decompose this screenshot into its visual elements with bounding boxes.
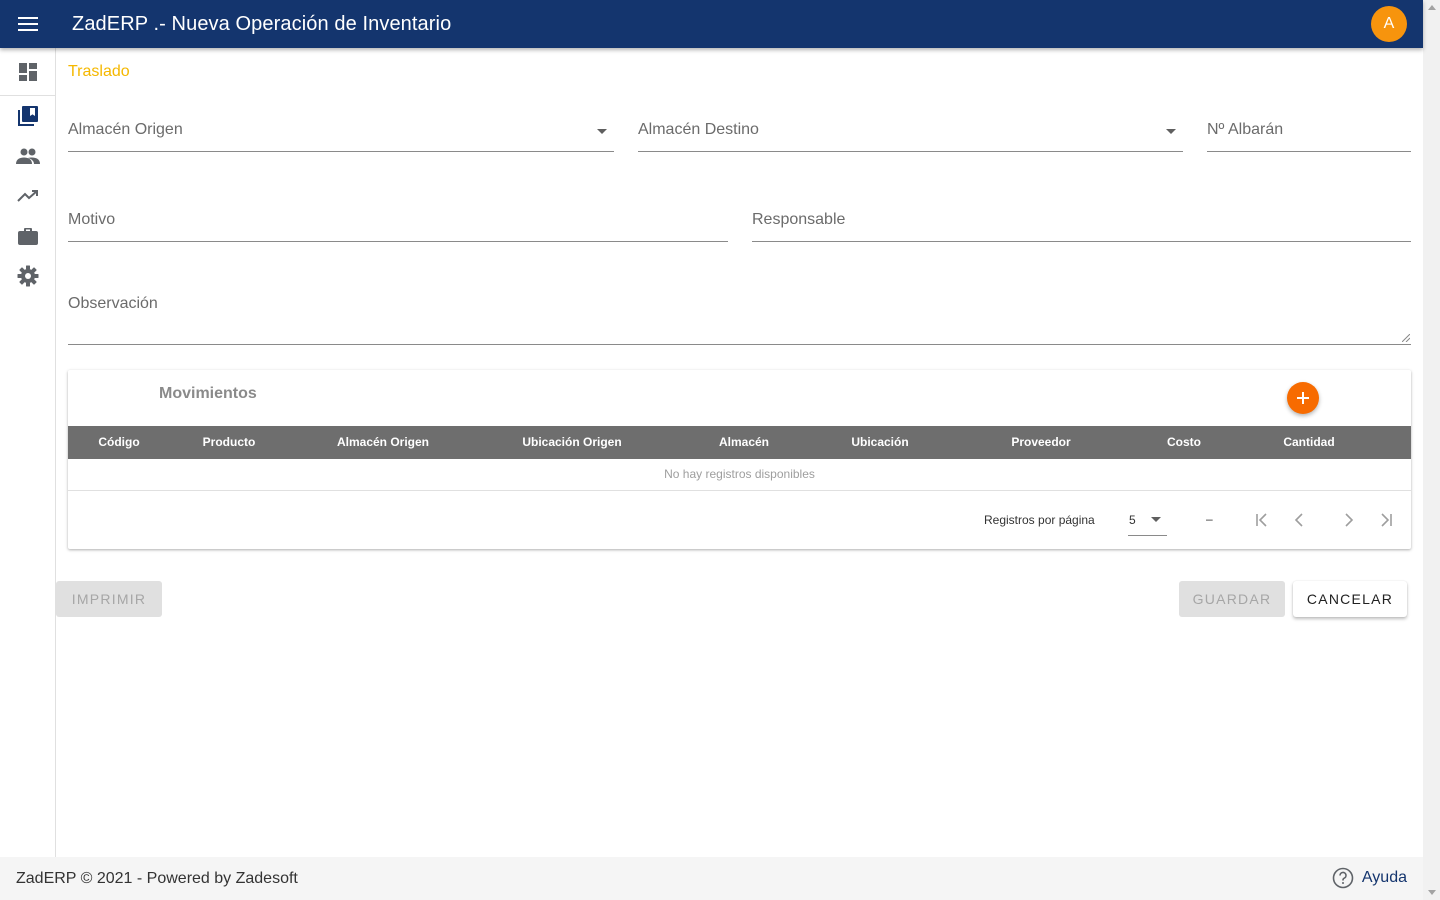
resize-handle-icon[interactable] bbox=[1402, 334, 1410, 342]
chevron-down-icon bbox=[1166, 129, 1176, 134]
add-movement-button[interactable] bbox=[1287, 382, 1319, 414]
sidebar-item-reports[interactable] bbox=[0, 176, 55, 216]
rows-per-page-label: Registros por página bbox=[984, 513, 1095, 527]
first-page-icon bbox=[1256, 513, 1267, 527]
cancel-button[interactable]: CANCELAR bbox=[1293, 581, 1407, 617]
menu-button[interactable] bbox=[0, 0, 56, 48]
responsable-input[interactable]: Responsable bbox=[752, 202, 1411, 242]
help-label: Ayuda bbox=[1361, 869, 1407, 886]
menu-icon bbox=[18, 17, 38, 31]
pagination-range: – bbox=[1206, 512, 1213, 526]
scroll-down-arrow-icon[interactable] bbox=[1428, 890, 1436, 895]
rows-per-page-select[interactable]: 5 bbox=[1128, 505, 1167, 536]
column-header-almacen[interactable]: Almacén bbox=[719, 426, 769, 459]
chevron-down-icon bbox=[1151, 517, 1161, 522]
column-header-ubicacion-origen[interactable]: Ubicación Origen bbox=[522, 426, 621, 459]
almacen-destino-select[interactable]: Almacén Destino bbox=[638, 112, 1183, 152]
dashboard-icon bbox=[18, 62, 37, 81]
motivo-label: Motivo bbox=[68, 211, 116, 228]
sidebar-item-settings[interactable] bbox=[0, 256, 55, 296]
trending-up-icon bbox=[16, 190, 38, 202]
chevron-right-icon bbox=[1345, 513, 1354, 527]
help-circle-icon bbox=[1332, 867, 1354, 889]
sidebar-item-inventory[interactable] bbox=[0, 96, 55, 136]
almacen-destino-label: Almacén Destino bbox=[638, 121, 759, 138]
app-bar: ZadERP .- Nueva Operación de Inventario … bbox=[0, 0, 1423, 48]
settings-icon bbox=[17, 265, 38, 287]
save-button[interactable]: GUARDAR bbox=[1179, 581, 1285, 617]
page-title: ZadERP .- Nueva Operación de Inventario bbox=[72, 12, 452, 35]
empty-table-message: No hay registros disponibles bbox=[68, 459, 1411, 491]
column-header-codigo[interactable]: Código bbox=[98, 426, 139, 459]
plus-icon bbox=[1297, 392, 1309, 404]
main-content: Traslado Almacén Origen Almacén Destino … bbox=[56, 48, 1423, 857]
albaran-input[interactable]: Nº Albarán bbox=[1207, 112, 1411, 152]
observacion-textarea[interactable]: Observación bbox=[68, 288, 1411, 345]
almacen-origen-label: Almacén Origen bbox=[68, 121, 183, 138]
sidebar-item-people[interactable] bbox=[0, 136, 55, 176]
movements-card: Movimientos Código Producto Almacén Orig… bbox=[68, 370, 1411, 549]
avatar[interactable]: A bbox=[1371, 6, 1407, 42]
footer-copyright: ZadERP © 2021 - Powered by Zadesoft bbox=[16, 869, 298, 887]
briefcase-icon bbox=[17, 228, 38, 245]
table-pagination: Registros por página 5 – bbox=[68, 491, 1411, 549]
print-button[interactable]: IMPRIMIR bbox=[56, 581, 162, 617]
last-page-icon bbox=[1381, 513, 1392, 527]
scroll-up-arrow-icon[interactable] bbox=[1428, 5, 1436, 10]
column-header-proveedor[interactable]: Proveedor bbox=[1011, 426, 1070, 459]
column-header-almacen-origen[interactable]: Almacén Origen bbox=[337, 426, 429, 459]
footer: ZadERP © 2021 - Powered by Zadesoft Ayud… bbox=[0, 857, 1423, 900]
next-page-button[interactable] bbox=[1337, 508, 1361, 532]
column-header-producto[interactable]: Producto bbox=[203, 426, 256, 459]
movements-title: Movimientos bbox=[159, 385, 257, 402]
albaran-label: Nº Albarán bbox=[1207, 121, 1284, 138]
motivo-input[interactable]: Motivo bbox=[68, 202, 728, 242]
help-link[interactable]: Ayuda bbox=[1332, 867, 1407, 889]
rows-per-page-value: 5 bbox=[1129, 513, 1136, 527]
column-header-ubicacion[interactable]: Ubicación bbox=[851, 426, 908, 459]
responsable-label: Responsable bbox=[752, 211, 846, 228]
chevron-down-icon bbox=[597, 129, 607, 134]
column-header-cantidad[interactable]: Cantidad bbox=[1283, 426, 1334, 459]
page-scrollbar[interactable] bbox=[1423, 0, 1440, 900]
sidebar-item-business[interactable] bbox=[0, 216, 55, 256]
previous-page-button[interactable] bbox=[1287, 508, 1311, 532]
table-header: Código Producto Almacén Origen Ubicación… bbox=[68, 426, 1411, 459]
people-icon bbox=[15, 148, 40, 164]
last-page-button[interactable] bbox=[1373, 508, 1397, 532]
column-header-costo[interactable]: Costo bbox=[1167, 426, 1201, 459]
sidebar bbox=[0, 48, 56, 857]
operation-type: Traslado bbox=[68, 63, 130, 80]
library-books-icon bbox=[17, 106, 38, 126]
observacion-label: Observación bbox=[68, 295, 158, 312]
chevron-left-icon bbox=[1294, 513, 1303, 527]
almacen-origen-select[interactable]: Almacén Origen bbox=[68, 112, 614, 152]
sidebar-item-dashboard[interactable] bbox=[0, 48, 55, 96]
first-page-button[interactable] bbox=[1251, 508, 1275, 532]
